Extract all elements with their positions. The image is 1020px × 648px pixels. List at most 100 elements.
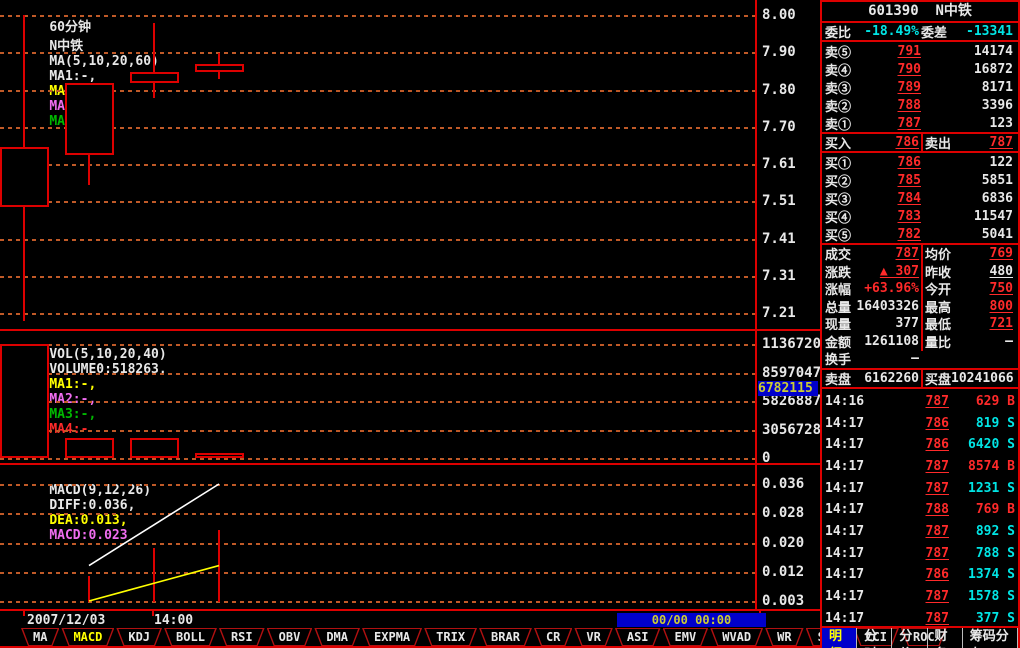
weicha-label: 委差 [921, 22, 947, 41]
trade-volume: 1374 S [949, 567, 1015, 582]
indicator-tab-label: TRIX [425, 629, 476, 645]
trade-time: 14:17 [825, 524, 873, 539]
stock-code: 601390 [868, 3, 919, 19]
sell-label: 卖出 [925, 133, 951, 152]
stat-label: 金额 [825, 332, 851, 351]
stats-left: 涨跌▲ 307 [825, 262, 921, 281]
volume-axis-label: 8597047 [762, 366, 818, 380]
stock-name: N中铁 [936, 3, 972, 19]
indicator-tab-obv[interactable]: OBV [267, 628, 313, 646]
trade-time: 14:17 [825, 416, 873, 431]
ask-level-label: 卖① [825, 114, 865, 133]
ask-level: 卖④79016872 [822, 60, 1018, 78]
trade-time: 14:17 [825, 437, 873, 452]
volume-axis-label: 5826887 [762, 394, 818, 408]
ask-level-label: 卖④ [825, 60, 865, 79]
stat-label: 今开 [925, 279, 951, 298]
stats-row: 换手— [822, 350, 1018, 368]
stats-row: 涨跌▲ 307昨收480 [822, 263, 1018, 281]
vol-ma3-value: MA3:-, [49, 407, 96, 422]
trade-row: 14:17786819 S [822, 412, 1018, 434]
trade-row: 14:17787377 S [822, 607, 1018, 626]
stats-right: 量比— [921, 332, 1015, 351]
quote-panel: 601390 N中铁 委比 -18.49% 委差 -13341 卖⑤791141… [820, 0, 1020, 648]
weibi-row: 委比 -18.49% 委差 -13341 [822, 23, 1018, 42]
stat-value: 721 [951, 316, 1015, 331]
indicator-tab-trix[interactable]: TRIX [424, 628, 477, 646]
indicator-tab-macd[interactable]: MACD [61, 628, 114, 646]
trade-volume: 788 S [949, 546, 1015, 561]
sell-price: 787 [951, 135, 1015, 150]
ask-level-label: 卖⑤ [825, 42, 865, 61]
indicator-tab-ma[interactable]: MA [21, 628, 59, 646]
indicator-tab-dma[interactable]: DMA [314, 628, 360, 646]
trade-volume: 629 B [949, 394, 1015, 409]
indicator-tab-vr[interactable]: VR [574, 628, 612, 646]
indicator-tab-emv[interactable]: EMV [663, 628, 709, 646]
ask-level: 卖①787123 [822, 114, 1018, 132]
indicator-tab-cr[interactable]: CR [534, 628, 572, 646]
stat-label: 涨跌 [825, 262, 851, 281]
ask-level-volume: 8171 [921, 80, 1015, 95]
indicator-tab-wvad[interactable]: WVAD [710, 628, 763, 646]
indicator-tab-expma[interactable]: EXPMA [362, 628, 422, 646]
detail-tab-筹码分布[interactable]: 筹码分布 [963, 628, 1018, 648]
detail-tab-财务[interactable]: 财务 [928, 628, 963, 648]
price-gridline [0, 313, 755, 315]
volume-bar [65, 438, 114, 458]
stat-value: 787 [851, 246, 921, 261]
bid-level-label: 买② [825, 171, 865, 190]
stats-left: 涨幅+63.96% [825, 279, 921, 298]
bid-level: 买③7846836 [822, 189, 1018, 207]
indicator-tab-asi[interactable]: ASI [615, 628, 661, 646]
indicator-tab-label: VR [575, 629, 611, 645]
bid-level-volume: 5851 [921, 173, 1015, 188]
stats-right: 昨收480 [921, 262, 1015, 281]
ask-level-label: 卖③ [825, 78, 865, 97]
detail-tab-分价[interactable]: 分价 [892, 628, 927, 648]
stat-label: 换手 [825, 349, 851, 368]
indicator-tab-boll[interactable]: BOLL [164, 628, 217, 646]
indicator-tab-kdj[interactable]: KDJ [116, 628, 162, 646]
candle-wick [153, 23, 155, 98]
indicator-tab-label: OBV [268, 629, 312, 645]
stats-right: 最高800 [921, 297, 1015, 316]
stat-value: 800 [951, 299, 1015, 314]
stat-value: 750 [951, 281, 1015, 296]
trade-price: 787 [873, 546, 949, 561]
detail-tab-分时[interactable]: 分时 [857, 628, 892, 648]
indicator-tab-rsi[interactable]: RSI [219, 628, 265, 646]
bid-level-label: 买① [825, 153, 865, 172]
stats-section: 成交787均价769涨跌▲ 307昨收480涨幅+63.96%今开750总量16… [822, 245, 1018, 370]
bid-level-label: 买⑤ [825, 225, 865, 244]
trade-volume: 6420 S [949, 437, 1015, 452]
indicator-tab-label: CR [535, 629, 571, 645]
detail-tab-明细[interactable]: 明细 [822, 628, 857, 648]
stats-row: 涨幅+63.96%今开750 [822, 280, 1018, 298]
volume-bar [130, 438, 179, 458]
ask-level-price: 787 [865, 116, 921, 131]
indicator-tab-bar: MAMACDKDJBOLLRSIOBVDMAEXPMATRIXBRARCRVRA… [0, 628, 820, 648]
indicator-tab-wr[interactable]: WR [765, 628, 803, 646]
bid-level: 买⑤7825041 [822, 225, 1018, 243]
price-axis-label: 7.31 [762, 269, 818, 283]
macd-lines [0, 465, 820, 611]
sell-vol-value: 6162260 [851, 371, 921, 386]
indicator-tab-brar[interactable]: BRAR [479, 628, 532, 646]
buy-price: 786 [851, 135, 921, 150]
volume-gridline [0, 401, 755, 403]
price-gridline [0, 276, 755, 278]
stat-value: 1261108 [851, 334, 921, 349]
trade-time: 14:17 [825, 481, 873, 496]
indicator-tab-label: BRAR [480, 629, 531, 645]
indicator-tab-label: EMV [664, 629, 708, 645]
diff-line [89, 484, 219, 566]
stat-value: 769 [951, 246, 1015, 261]
trade-volume: 892 S [949, 524, 1015, 539]
bid-level-price: 782 [865, 227, 921, 242]
weibi-label: 委比 [825, 22, 851, 41]
stat-value: 16403326 [851, 299, 921, 314]
trade-list[interactable]: 14:16787629 B14:17786819 S14:177866420 S… [822, 389, 1018, 627]
bid-level-volume: 11547 [921, 209, 1015, 224]
trade-row: 14:17787788 S [822, 542, 1018, 564]
